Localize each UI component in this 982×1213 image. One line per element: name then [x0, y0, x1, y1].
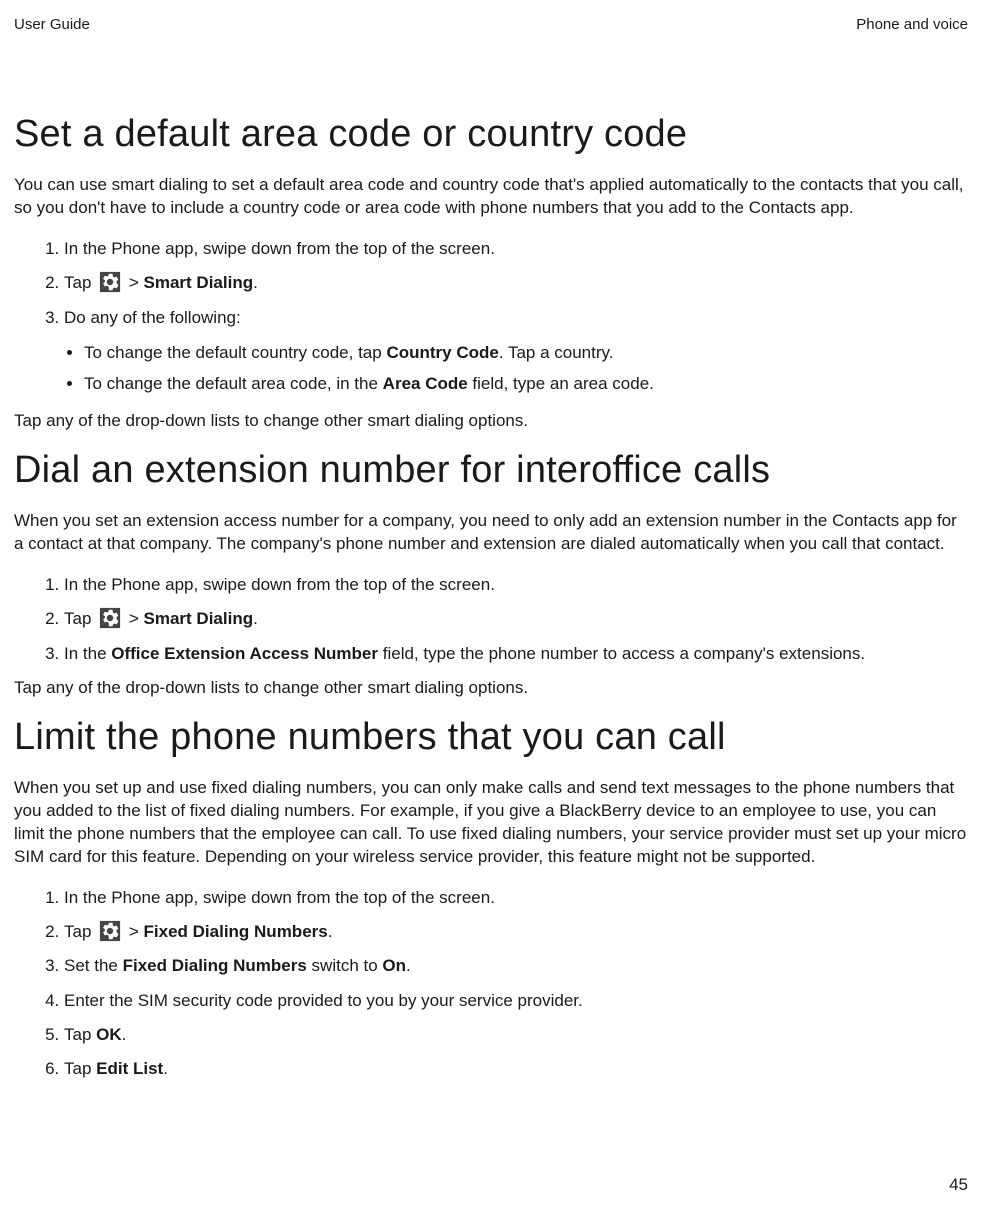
s3-step2-d: . [328, 922, 333, 941]
section1-step3: Do any of the following: [64, 305, 968, 331]
s3-step6-edit: Edit List [96, 1059, 163, 1078]
settings-gear-icon [99, 271, 121, 293]
section3-step6: Tap Edit List. [64, 1056, 968, 1082]
s2-step3-a: In the [64, 644, 111, 663]
step2-text-a: Tap [64, 273, 96, 292]
section3-step4: Enter the SIM security code provided to … [64, 988, 968, 1014]
s2-step3-c: field, type the phone number to access a… [378, 644, 865, 663]
section2-intro: When you set an extension access number … [14, 510, 968, 556]
section2-step3: In the Office Extension Access Number fi… [64, 641, 968, 667]
s2-step2-b: > [124, 609, 143, 628]
step2-smart-dialing: Smart Dialing [144, 273, 254, 292]
bullet2-a: To change the default area code, in the [84, 374, 383, 393]
s3-step3-on: On [382, 956, 406, 975]
section2-step2: Tap > Smart Dialing. [64, 606, 968, 632]
section1-bullet2: To change the default area code, in the … [84, 372, 968, 397]
step2-text-b: > [124, 273, 143, 292]
section3-title: Limit the phone numbers that you can cal… [14, 716, 968, 759]
bullet2-area-code: Area Code [383, 374, 468, 393]
s3-step3-a: Set the [64, 956, 123, 975]
section1-step2: Tap > Smart Dialing. [64, 270, 968, 296]
section1-outro: Tap any of the drop-down lists to change… [14, 410, 968, 433]
section2-step1: In the Phone app, swipe down from the to… [64, 572, 968, 598]
section3-steps: In the Phone app, swipe down from the to… [14, 885, 968, 1083]
bullet1-country-code: Country Code [386, 343, 498, 362]
section3-step5: Tap OK. [64, 1022, 968, 1048]
bullet2-c: field, type an area code. [468, 374, 654, 393]
document-page: User Guide Phone and voice Set a default… [0, 0, 982, 1213]
s3-step2-fdn: Fixed Dialing Numbers [144, 922, 328, 941]
page-header: User Guide Phone and voice [14, 16, 968, 33]
s2-step2-smart-dialing: Smart Dialing [144, 609, 254, 628]
s2-step2-a: Tap [64, 609, 96, 628]
bullet1-c: . Tap a country. [499, 343, 614, 362]
s3-step6-a: Tap [64, 1059, 96, 1078]
section3-intro: When you set up and use fixed dialing nu… [14, 777, 968, 869]
header-left: User Guide [14, 16, 90, 33]
s3-step5-ok: OK [96, 1025, 122, 1044]
s3-step5-a: Tap [64, 1025, 96, 1044]
header-right: Phone and voice [856, 16, 968, 33]
section1-intro: You can use smart dialing to set a defau… [14, 174, 968, 220]
section2-title: Dial an extension number for interoffice… [14, 449, 968, 492]
section3-step2: Tap > Fixed Dialing Numbers. [64, 919, 968, 945]
s2-step3-office-ext: Office Extension Access Number [111, 644, 378, 663]
bullet1-a: To change the default country code, tap [84, 343, 386, 362]
section2-outro: Tap any of the drop-down lists to change… [14, 677, 968, 700]
page-number: 45 [949, 1175, 968, 1195]
settings-gear-icon [99, 920, 121, 942]
section1-steps: In the Phone app, swipe down from the to… [14, 236, 968, 331]
section3-step3: Set the Fixed Dialing Numbers switch to … [64, 953, 968, 979]
section1-title: Set a default area code or country code [14, 113, 968, 156]
s3-step3-e: . [406, 956, 411, 975]
s3-step2-b: > [124, 922, 143, 941]
s3-step6-c: . [163, 1059, 168, 1078]
section1-bullets: To change the default country code, tap … [14, 341, 968, 396]
s3-step2-a: Tap [64, 922, 96, 941]
s3-step3-c: switch to [307, 956, 383, 975]
section3-step1: In the Phone app, swipe down from the to… [64, 885, 968, 911]
section1-step1: In the Phone app, swipe down from the to… [64, 236, 968, 262]
s3-step5-c: . [122, 1025, 127, 1044]
settings-gear-icon [99, 607, 121, 629]
step2-text-d: . [253, 273, 258, 292]
section2-steps: In the Phone app, swipe down from the to… [14, 572, 968, 667]
s2-step2-d: . [253, 609, 258, 628]
s3-step3-fdn: Fixed Dialing Numbers [123, 956, 307, 975]
section1-bullet1: To change the default country code, tap … [84, 341, 968, 366]
